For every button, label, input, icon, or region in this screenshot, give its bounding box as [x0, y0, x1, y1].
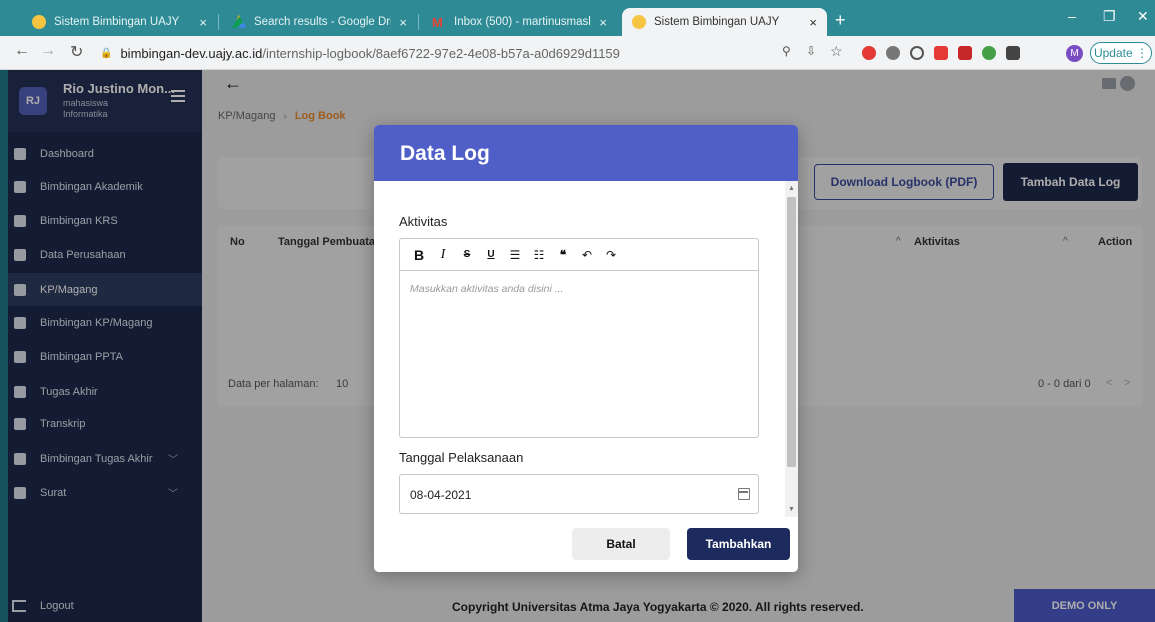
editor-placeholder: Masukkan aktivitas anda disini ... [410, 283, 564, 295]
bold-icon[interactable]: B [408, 245, 430, 265]
url-path: /internship-logbook/8aef6722-97e2-4e08-b… [262, 45, 620, 61]
install-icon[interactable]: ⇩ [806, 44, 816, 58]
tab-separator [218, 14, 219, 30]
modal-body: Aktivitas B I S U ☰ ☷ ❝ ↶ ↷ Masukkan akt… [374, 181, 798, 517]
block-icon[interactable] [910, 46, 924, 60]
tab-sistem-bimbingan-active[interactable]: Sistem Bimbingan UAJY × [622, 8, 827, 36]
uajy-favicon-icon [632, 15, 646, 29]
close-icon[interactable]: × [809, 15, 817, 30]
uajy-favicon-icon [32, 15, 46, 29]
url-text: bimbingan-dev.uajy.ac.id/internship-logb… [120, 46, 619, 61]
profile-avatar[interactable]: M [1066, 45, 1083, 62]
ordered-list-icon[interactable]: ☷ [528, 245, 550, 265]
close-icon[interactable]: × [199, 15, 207, 30]
reload-icon[interactable]: ↻ [70, 42, 83, 62]
aktivitas-editor[interactable]: B I S U ☰ ☷ ❝ ↶ ↷ Masukkan aktivitas and… [399, 238, 759, 438]
italic-icon[interactable]: I [432, 245, 454, 265]
gmail-icon: M [432, 15, 443, 30]
scroll-down-icon[interactable]: ▼ [788, 506, 795, 513]
tab-title: Sistem Bimbingan UAJY [54, 16, 180, 28]
underline-icon[interactable]: U [480, 245, 502, 265]
scroll-up-icon[interactable]: ▲ [788, 185, 795, 192]
aktivitas-label: Aktivitas [399, 214, 448, 229]
window-close-icon[interactable]: ✕ [1137, 8, 1149, 25]
puzzle-icon[interactable] [1006, 46, 1020, 60]
date-value: 08-04-2021 [410, 488, 472, 502]
tab-title: Inbox (500) - martinusmaslim122 [454, 16, 591, 28]
back-arrow-icon[interactable]: ← [14, 42, 30, 60]
tanggal-label: Tanggal Pelaksanaan [399, 450, 524, 465]
pdf-icon[interactable] [958, 46, 972, 60]
forward-arrow-icon[interactable]: → [40, 42, 56, 60]
browser-toolbar: ← → ↻ 🔒 bimbingan-dev.uajy.ac.id/interns… [0, 36, 1155, 70]
update-label: Update [1093, 46, 1133, 60]
star-icon[interactable]: ☆ [830, 43, 843, 60]
url-host: bimbingan-dev.uajy.ac.id [120, 45, 263, 61]
tab-gmail-inbox[interactable]: M Inbox (500) - martinusmaslim122 × [422, 8, 617, 36]
extension-green-icon[interactable] [982, 46, 996, 60]
update-button[interactable]: Update ⋮ [1090, 42, 1152, 64]
calendar-icon[interactable] [738, 488, 750, 500]
scrollbar-thumb[interactable] [787, 197, 796, 467]
key-icon[interactable]: ⚲ [782, 44, 791, 58]
address-bar[interactable]: 🔒 bimbingan-dev.uajy.ac.id/internship-lo… [100, 41, 770, 65]
submit-button[interactable]: Tambahkan [687, 528, 790, 560]
tab-google-drive[interactable]: Search results - Google Drive × [222, 8, 417, 36]
browser-tab-bar: Sistem Bimbingan UAJY × Search results -… [0, 0, 1155, 36]
close-icon[interactable]: × [599, 15, 607, 30]
redo-icon[interactable]: ↷ [600, 245, 622, 265]
restore-icon[interactable]: ❐ [1103, 8, 1116, 25]
editor-toolbar: B I S U ☰ ☷ ❝ ↶ ↷ [400, 239, 758, 271]
close-icon[interactable]: × [399, 15, 407, 30]
tanggal-date-input[interactable]: 08-04-2021 [399, 474, 759, 514]
modal-header: Data Log [374, 125, 798, 181]
tab-sistem-bimbingan-1[interactable]: Sistem Bimbingan UAJY × [22, 8, 217, 36]
modal-footer: Batal Tambahkan [374, 517, 798, 572]
strikethrough-icon[interactable]: S [456, 245, 478, 265]
tab-separator [418, 14, 419, 30]
screen-capture-icon[interactable] [934, 46, 948, 60]
bullet-list-icon[interactable]: ☰ [504, 245, 526, 265]
undo-icon[interactable]: ↶ [576, 245, 598, 265]
google-drive-icon [232, 15, 246, 28]
modal-title: Data Log [400, 142, 490, 165]
cancel-button[interactable]: Batal [572, 528, 670, 560]
minimize-icon[interactable]: – [1068, 8, 1076, 24]
lock-icon: 🔒 [100, 47, 113, 59]
tab-title: Search results - Google Drive [254, 16, 392, 28]
quote-icon[interactable]: ❝ [552, 245, 574, 265]
data-log-modal: Data Log Aktivitas B I S U ☰ ☷ ❝ ↶ ↷ Mas… [374, 125, 798, 572]
camera-icon[interactable] [886, 46, 900, 60]
new-tab-button[interactable]: + [835, 10, 846, 31]
adblock-icon[interactable] [862, 46, 876, 60]
tab-title: Sistem Bimbingan UAJY [654, 16, 780, 28]
